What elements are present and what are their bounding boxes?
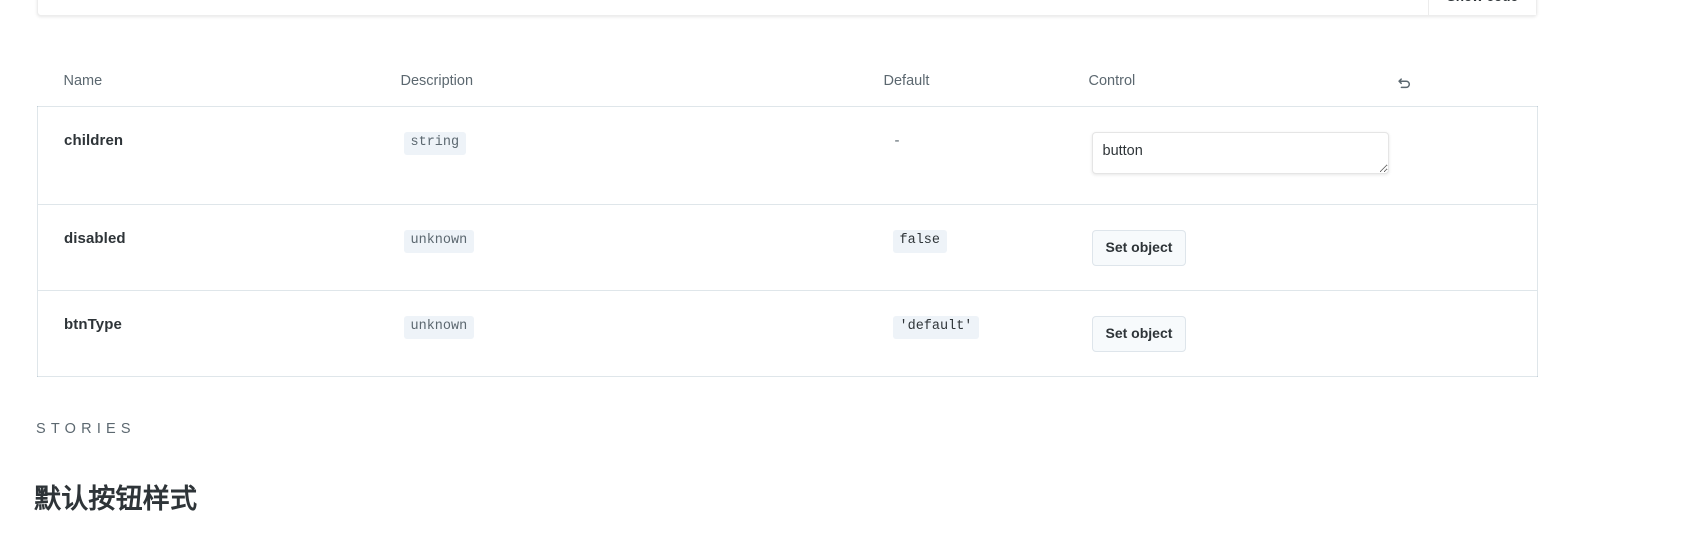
column-header-default: Default bbox=[883, 73, 930, 89]
cell-default: - bbox=[883, 106, 1087, 205]
cell-control bbox=[1086, 106, 1538, 205]
cell-name: disabled bbox=[37, 204, 401, 291]
arg-type-badge: unknown bbox=[403, 315, 475, 339]
set-object-button-disabled[interactable]: Set object bbox=[1091, 230, 1187, 266]
args-table-header: Name Description Default Control bbox=[38, 73, 1538, 107]
cell-control: Set object bbox=[1086, 289, 1538, 377]
arg-name: disabled bbox=[64, 230, 126, 247]
cell-description: unknown bbox=[400, 204, 884, 291]
args-table-header-row: Name Description Default Control bbox=[38, 73, 1538, 107]
cell-default: false bbox=[883, 204, 1087, 291]
table-row: disabled unknown false Set object bbox=[37, 204, 1538, 291]
args-table-body: children string - button disabled unknow… bbox=[37, 106, 1538, 377]
arg-type-badge: string bbox=[403, 132, 467, 156]
table-row: children string - bbox=[37, 106, 1538, 205]
cell-description: string bbox=[400, 106, 884, 205]
arg-name: btnType bbox=[64, 315, 122, 333]
column-header-control: Control bbox=[1087, 73, 1538, 107]
column-header-description: Description bbox=[400, 73, 474, 89]
story-preview-panel: Show code bbox=[37, 0, 1537, 16]
cell-description: unknown bbox=[400, 289, 884, 377]
undo-arrow-icon[interactable] bbox=[1394, 72, 1416, 94]
table-row: btnType unknown 'default' Set object bbox=[37, 289, 1538, 377]
preview-toolbar: Show code bbox=[1427, 0, 1536, 15]
args-table: Name Description Default Control childre… bbox=[37, 73, 1538, 377]
cell-control: Set object bbox=[1086, 204, 1538, 291]
children-textarea-control[interactable] bbox=[1091, 132, 1389, 174]
cell-default: 'default' bbox=[883, 289, 1087, 377]
arg-name: children bbox=[64, 132, 124, 149]
show-code-button[interactable]: Show code bbox=[1429, 0, 1536, 15]
column-header-control-label: Control bbox=[1088, 73, 1136, 89]
stories-section-label: STORIES bbox=[36, 421, 136, 437]
story-title: 默认按钮样式 bbox=[34, 484, 198, 515]
column-header-name: Name bbox=[63, 73, 103, 89]
arg-default-value: - bbox=[894, 132, 900, 149]
arg-default-value: false bbox=[892, 230, 948, 254]
cell-name: children bbox=[37, 106, 401, 205]
cell-name: btnType bbox=[37, 289, 401, 377]
arg-default-value: 'default' bbox=[892, 315, 980, 339]
arg-type-badge: unknown bbox=[403, 230, 475, 254]
set-object-button-btntype[interactable]: Set object bbox=[1091, 315, 1187, 352]
